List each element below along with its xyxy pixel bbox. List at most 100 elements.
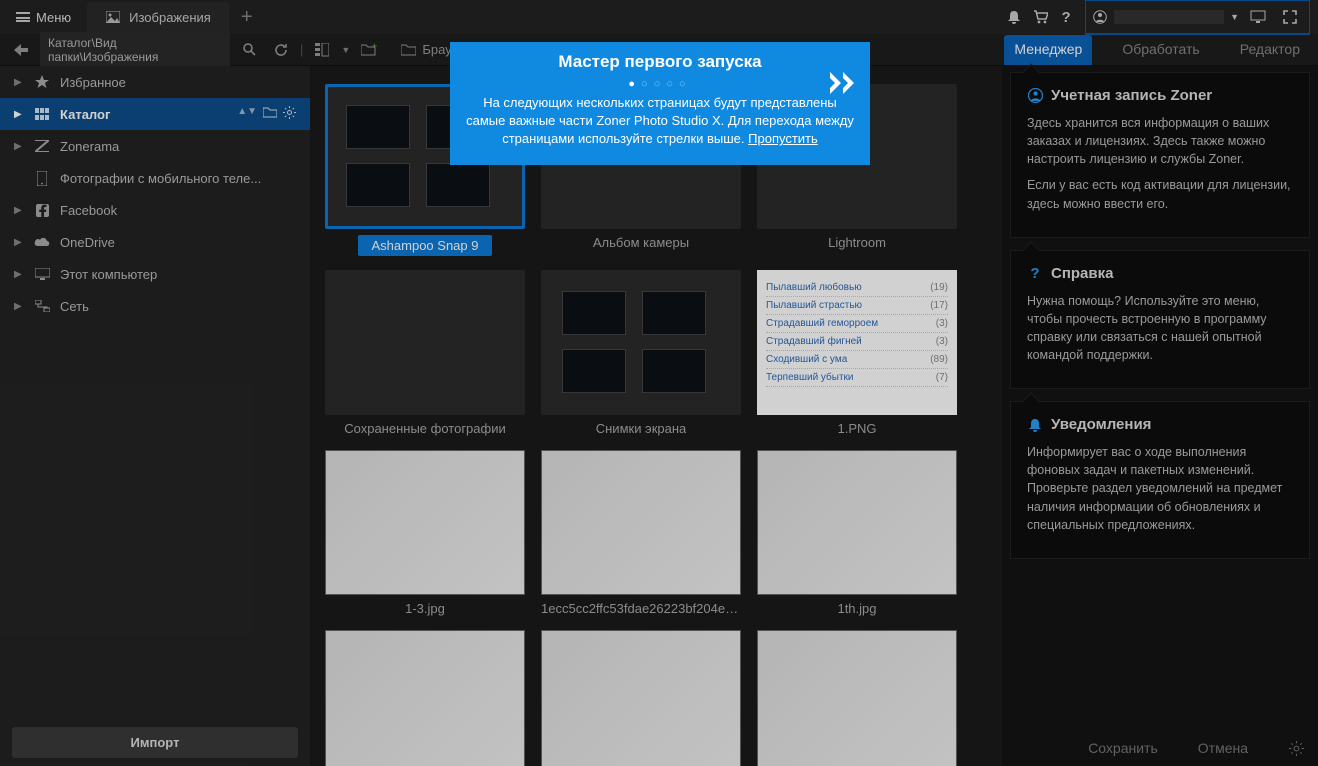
thumbnail-caption: 1.PNG — [837, 421, 876, 436]
menu-label: Меню — [36, 10, 71, 25]
expand-icon: ▶ — [14, 269, 24, 280]
dropdown-indicator[interactable]: ▼ — [341, 45, 350, 55]
search-icon[interactable] — [236, 37, 262, 63]
hamburger-icon — [16, 12, 30, 22]
svg-text:+: + — [372, 43, 377, 51]
image-thumbnail — [757, 450, 957, 595]
thumbnail-grid: Ashampoo Snap 9 Альбом камеры Lightroom Сох… — [310, 66, 1002, 766]
expand-icon: ▶ — [14, 301, 24, 312]
thumbnail-caption: Альбом камеры — [593, 235, 689, 250]
gear-icon[interactable] — [1288, 740, 1304, 756]
refresh-icon[interactable] — [268, 37, 294, 63]
navigation-sidebar: ▶ Избранное ▶ Каталог ▲▼ ▶ Zonerama Фото… — [0, 66, 310, 766]
tree-icon[interactable] — [309, 37, 335, 63]
grid-item[interactable] — [752, 630, 962, 766]
facebook-icon — [34, 202, 50, 218]
sidebar-item-onedrive[interactable]: ▶ OneDrive — [0, 226, 310, 258]
mode-switcher: Менеджер Обработать Редактор — [1004, 35, 1310, 65]
grid-item[interactable]: Пылавший любовью(19)Пылавший страстью(17… — [752, 270, 962, 436]
thumbnail-caption: 1ecc5cc2ffc53fdae26223bf204e6085.j... — [541, 601, 741, 616]
pc-icon — [34, 266, 50, 282]
active-tab[interactable]: Изображения — [87, 2, 229, 32]
image-thumbnail — [325, 450, 525, 595]
monitor-icon[interactable] — [1245, 4, 1271, 30]
image-icon — [105, 9, 121, 25]
grid-item[interactable]: 1ecc5cc2ffc53fdae26223bf204e6085.j... — [536, 450, 746, 616]
grid-item[interactable] — [536, 630, 746, 766]
thumbnail-caption: 1-3.jpg — [405, 601, 445, 616]
star-icon — [34, 74, 50, 90]
image-thumbnail: Пылавший любовью(19)Пылавший страстью(17… — [757, 270, 957, 415]
chevron-down-icon: ▼ — [1230, 12, 1239, 22]
sidebar-item-catalog[interactable]: ▶ Каталог ▲▼ — [0, 98, 310, 130]
expand-icon: ▶ — [14, 141, 24, 152]
help-icon[interactable]: ? — [1053, 4, 1079, 30]
expand-icon: ▶ — [14, 205, 24, 216]
sidebar-item-favorites[interactable]: ▶ Избранное — [0, 66, 310, 98]
title-bar: Меню Изображения + ? ▼ — [0, 0, 1318, 34]
tab-label: Изображения — [129, 10, 211, 25]
mode-editor[interactable]: Редактор — [1230, 35, 1310, 65]
back-icon[interactable] — [8, 37, 34, 63]
thumbnail-caption: Сохраненные фотографии — [344, 421, 505, 436]
thumbnail-caption: 1th.jpg — [837, 601, 876, 616]
grid-item[interactable]: 1th.jpg — [752, 450, 962, 616]
fullscreen-icon[interactable] — [1277, 4, 1303, 30]
thumbnail-caption: Снимки экрана — [596, 421, 687, 436]
right-panel: Учетная запись Zoner Здесь хранится вся … — [1002, 66, 1318, 766]
help-icon: ? — [1027, 265, 1043, 281]
grid-item[interactable]: Сохраненные фотографии — [320, 270, 530, 436]
image-thumbnail — [757, 630, 957, 766]
sidebar-item-facebook[interactable]: ▶ Facebook — [0, 194, 310, 226]
user-account-area[interactable]: ▼ — [1085, 0, 1310, 35]
folder-thumbnail — [541, 270, 741, 415]
add-folder-icon[interactable]: + — [356, 37, 382, 63]
bell-icon — [1027, 417, 1043, 433]
thumbnail-caption: Ashampoo Snap 9 — [358, 235, 493, 256]
expand-icon: ▶ — [14, 77, 24, 88]
zonerama-icon — [34, 138, 50, 154]
wizard-next-button[interactable] — [830, 70, 856, 101]
sidebar-item-zonerama[interactable]: ▶ Zonerama — [0, 130, 310, 162]
user-name-placeholder — [1114, 10, 1224, 24]
main-area: ▶ Избранное ▶ Каталог ▲▼ ▶ Zonerama Фото… — [0, 66, 1318, 766]
cart-icon[interactable] — [1027, 4, 1053, 30]
user-icon — [1092, 9, 1108, 25]
import-button[interactable]: Импорт — [12, 727, 298, 758]
grid-item[interactable]: Снимки экрана — [536, 270, 746, 436]
mobile-icon — [34, 170, 50, 186]
callout-notifications: Уведомления Информирует вас о ходе выпол… — [1010, 401, 1310, 559]
image-thumbnail — [541, 630, 741, 766]
image-thumbnail — [541, 450, 741, 595]
main-menu-button[interactable]: Меню — [8, 6, 79, 29]
wizard-title: Мастер первого запуска — [466, 52, 854, 72]
network-icon — [34, 298, 50, 314]
grid-item[interactable] — [320, 630, 530, 766]
folder-add-icon[interactable] — [263, 106, 277, 122]
sidebar-item-network[interactable]: ▶ Сеть — [0, 290, 310, 322]
notification-icon[interactable] — [1001, 4, 1027, 30]
sort-toggle-icon[interactable]: ▲▼ — [237, 106, 257, 122]
folder-thumbnail — [325, 270, 525, 415]
folder-icon — [400, 42, 416, 58]
sidebar-item-this-pc[interactable]: ▶ Этот компьютер — [0, 258, 310, 290]
sidebar-item-mobile-photos[interactable]: Фотографии с мобильного теле... — [0, 162, 310, 194]
cancel-button[interactable]: Отмена — [1198, 740, 1248, 756]
thumbnail-caption: Lightroom — [828, 235, 886, 250]
onedrive-icon — [34, 234, 50, 250]
first-run-wizard: Мастер первого запуска ●○○○○ На следующи… — [450, 42, 870, 165]
save-button[interactable]: Сохранить — [1088, 740, 1158, 756]
new-tab-button[interactable]: + — [229, 2, 265, 33]
mode-develop[interactable]: Обработать — [1112, 35, 1209, 65]
grid-item[interactable]: 1-3.jpg — [320, 450, 530, 616]
expand-icon: ▶ — [14, 237, 24, 248]
path-breadcrumb[interactable]: Каталог\Вид папки\Изображения — [40, 32, 230, 68]
panel-actions: Сохранить Отмена — [1002, 730, 1318, 766]
wizard-page-dots: ●○○○○ — [466, 78, 854, 90]
wizard-skip-link[interactable]: Пропустить — [748, 131, 818, 146]
mode-manager[interactable]: Менеджер — [1004, 35, 1092, 65]
image-thumbnail — [325, 630, 525, 766]
expand-icon: ▶ — [14, 109, 24, 120]
gear-icon[interactable] — [283, 106, 296, 122]
callout-help: ?Справка Нужна помощь? Используйте это м… — [1010, 250, 1310, 390]
